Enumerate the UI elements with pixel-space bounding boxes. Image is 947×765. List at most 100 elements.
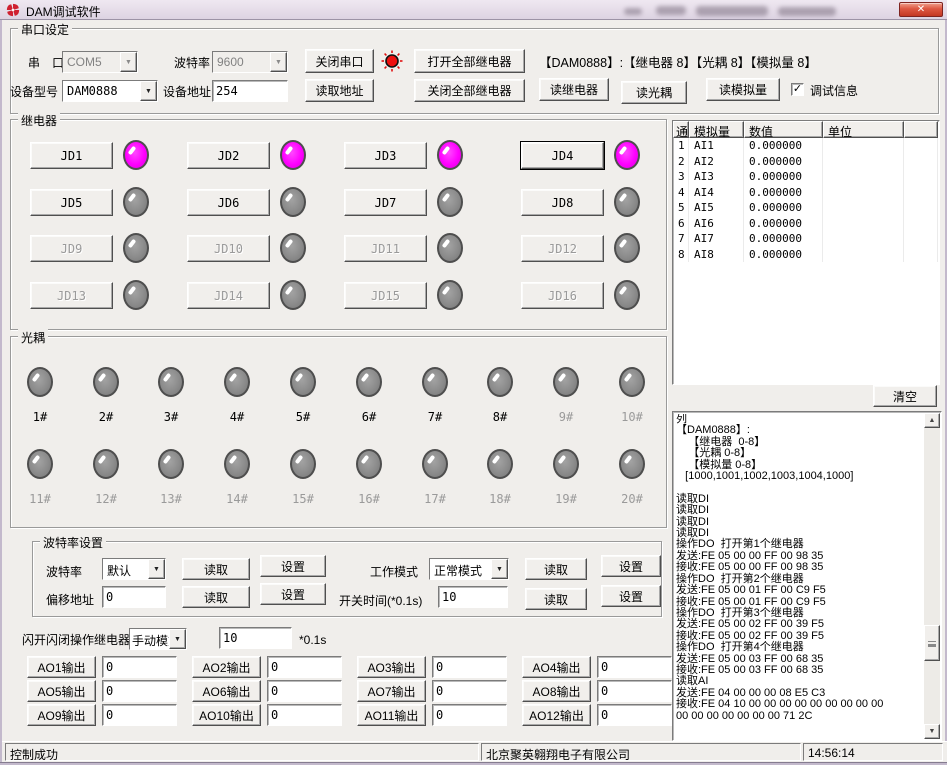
work-mode-set-button[interactable]: 设置	[601, 555, 661, 577]
relay-button-JD2[interactable]: JD2	[187, 142, 270, 169]
relay-button-JD8[interactable]: JD8	[521, 189, 604, 216]
analog-col-header[interactable]: 单位	[823, 121, 904, 138]
analog-table[interactable]: 通模拟量数值单位 1AI10.0000002AI20.0000003AI30.0…	[672, 120, 940, 385]
table-cell	[823, 154, 904, 170]
read-relays-button[interactable]: 读继电器	[539, 78, 609, 101]
switch-time-read-button[interactable]: 读取	[525, 588, 587, 610]
ao-output-button-11[interactable]: AO11输出	[357, 704, 426, 726]
offset-set-button[interactable]: 设置	[260, 583, 326, 605]
status-time: 14:56:14	[803, 743, 943, 761]
ao-output-input-4[interactable]	[597, 656, 672, 678]
offset-read-button[interactable]: 读取	[182, 586, 250, 608]
serial-group-title: 串口设定	[18, 21, 72, 38]
opto-led-14#	[224, 449, 250, 479]
ao-output-input-3[interactable]	[432, 656, 507, 678]
model-select[interactable]: DAM0888 ▼	[62, 80, 158, 102]
clear-log-button[interactable]: 清空	[873, 385, 937, 407]
scroll-up-icon[interactable]: ▲	[924, 413, 940, 428]
ao-output-input-11[interactable]	[432, 704, 507, 726]
analog-col-header[interactable]: 通	[673, 121, 689, 138]
ao-output-button-9[interactable]: AO9输出	[27, 704, 96, 726]
close-all-relays-button[interactable]: 关闭全部继电器	[414, 79, 525, 102]
baud-set-button[interactable]: 设置	[260, 555, 326, 577]
serial-open-indicator-icon	[380, 49, 404, 73]
analog-col-header[interactable]: 模拟量	[689, 121, 744, 138]
flash-mode-select[interactable]: 手动模式 ▼	[129, 628, 187, 650]
flash-time-input[interactable]	[219, 627, 292, 649]
relay-button-JD5[interactable]: JD5	[30, 189, 113, 216]
table-cell: AI7	[689, 231, 744, 247]
chevron-down-icon: ▼	[148, 559, 165, 579]
baud-select: 9600 ▼	[212, 51, 288, 73]
opto-label-19#: 19#	[542, 492, 590, 506]
relay-led-JD9	[123, 233, 149, 263]
work-mode-select[interactable]: 正常模式 ▼	[429, 558, 509, 580]
log-scrollbar[interactable]: ▲ ▼	[924, 413, 940, 739]
table-cell: 0.000000	[744, 216, 823, 232]
baud-label: 波特率	[174, 56, 210, 70]
baud-setting-select[interactable]: 默认 ▼	[102, 558, 166, 580]
analog-col-header[interactable]	[904, 121, 938, 138]
relay-button-JD4[interactable]: JD4	[521, 142, 604, 169]
ao-output-button-10[interactable]: AO10输出	[192, 704, 261, 726]
ao-output-button-7[interactable]: AO7输出	[357, 680, 426, 702]
opto-led-9#	[553, 367, 579, 397]
address-label: 设备地址	[163, 85, 211, 99]
read-analog-button[interactable]: 读模拟量	[706, 78, 780, 101]
ao-output-button-12[interactable]: AO12输出	[522, 704, 591, 726]
baud-read-button[interactable]: 读取	[182, 558, 250, 580]
ao-output-input-7[interactable]	[432, 680, 507, 702]
ao-output-input-2[interactable]	[267, 656, 342, 678]
ao-output-button-2[interactable]: AO2输出	[192, 656, 261, 678]
table-cell	[904, 154, 938, 170]
device-address-input[interactable]	[212, 80, 288, 102]
ao-output-button-4[interactable]: AO4输出	[522, 656, 591, 678]
work-mode-read-button[interactable]: 读取	[525, 558, 587, 580]
ao-output-input-5[interactable]	[102, 680, 177, 702]
switch-time-input[interactable]	[438, 586, 508, 608]
relay-button-JD3[interactable]: JD3	[344, 142, 427, 169]
debug-info-checkbox[interactable]: ✓	[791, 83, 804, 96]
ao-output-button-6[interactable]: AO6输出	[192, 680, 261, 702]
open-all-relays-button[interactable]: 打开全部继电器	[414, 49, 525, 73]
relay-button-JD1[interactable]: JD1	[30, 142, 113, 169]
ao-output-input-1[interactable]	[102, 656, 177, 678]
relay-button-JD6[interactable]: JD6	[187, 189, 270, 216]
table-cell: 0.000000	[744, 247, 823, 263]
table-cell: AI2	[689, 154, 744, 170]
relay-button-JD14: JD14	[187, 282, 270, 309]
ao-output-button-3[interactable]: AO3输出	[357, 656, 426, 678]
table-cell	[904, 216, 938, 232]
opto-label-15#: 15#	[279, 492, 327, 506]
scroll-down-icon[interactable]: ▼	[924, 724, 940, 739]
scroll-thumb[interactable]	[924, 625, 940, 661]
close-serial-button[interactable]: 关闭串口	[305, 49, 374, 73]
opto-label-5#: 5#	[279, 410, 327, 424]
table-row: 8AI80.000000	[673, 247, 939, 263]
relay-button-JD7[interactable]: JD7	[344, 189, 427, 216]
ao-output-button-8[interactable]: AO8输出	[522, 680, 591, 702]
table-cell	[904, 169, 938, 185]
switch-time-set-button[interactable]: 设置	[601, 585, 661, 607]
relay-group-title: 继电器	[18, 112, 60, 129]
read-opto-button[interactable]: 读光耦	[621, 81, 687, 104]
ao-output-input-8[interactable]	[597, 680, 672, 702]
opto-label-16#: 16#	[345, 492, 393, 506]
ao-output-input-9[interactable]	[102, 704, 177, 726]
offset-address-input[interactable]	[102, 586, 166, 608]
relay-led-JD3	[437, 140, 463, 170]
ao-output-input-6[interactable]	[267, 680, 342, 702]
table-cell	[823, 247, 904, 263]
ao-output-input-12[interactable]	[597, 704, 672, 726]
status-company: 北京聚英翱翔电子有限公司	[481, 743, 801, 761]
ao-output-button-5[interactable]: AO5输出	[27, 680, 96, 702]
relay-led-JD4	[614, 140, 640, 170]
table-cell	[823, 200, 904, 216]
relay-led-JD12	[614, 233, 640, 263]
ao-output-button-1[interactable]: AO1输出	[27, 656, 96, 678]
read-address-button[interactable]: 读取地址	[305, 79, 374, 102]
analog-col-header[interactable]: 数值	[744, 121, 823, 138]
close-button[interactable]: ✕	[899, 2, 943, 17]
ao-output-input-10[interactable]	[267, 704, 342, 726]
log-panel[interactable]: 列 【DAM0888】: 【继电器 0-8】 【光耦 0-8】 【模拟量 0-8…	[672, 411, 942, 741]
